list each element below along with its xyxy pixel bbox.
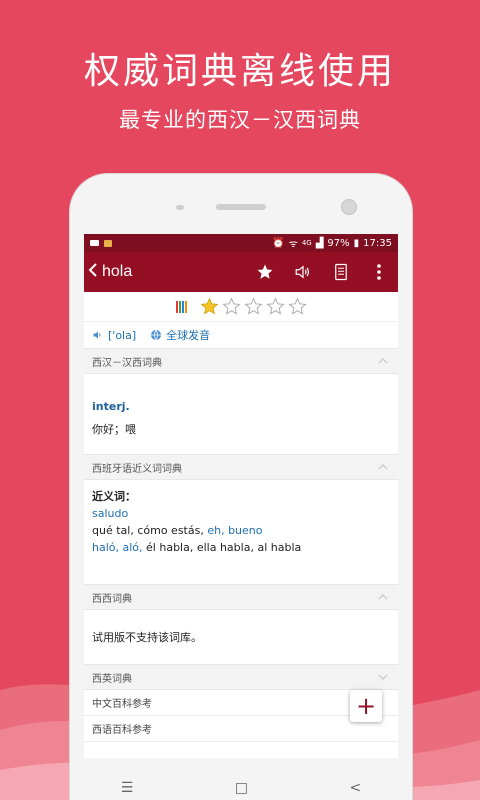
signal-icon: ▟ (315, 237, 324, 249)
more-vert-icon[interactable] (360, 252, 398, 292)
synonym-text: cómo estás, (137, 524, 204, 537)
promo-title: 权威词典离线使用 (83, 51, 396, 92)
section-title: 西汉－汉西词典 (92, 357, 162, 369)
phone-speaker (216, 204, 266, 210)
synonym-text: ella habla, (196, 541, 254, 554)
notification-icon (90, 240, 99, 246)
chevron-left-icon[interactable] (84, 262, 102, 282)
chevron-up-icon (378, 594, 388, 600)
definition-text: 你好；喂 (92, 423, 136, 436)
global-pronunciation-label: 全球发音 (166, 329, 211, 342)
status-bar: ⏰ ᯤ 4G ▟ 97% ▮ 17:35 (84, 234, 398, 252)
synonym-link[interactable]: bueno (228, 524, 262, 537)
home-icon[interactable]: □ (235, 780, 248, 796)
time-label: 17:35 (363, 237, 392, 249)
battery-icon: ▮ (353, 237, 360, 249)
synonym-text: él habla, (146, 541, 194, 554)
section-body-xixi: 试用版不支持该词库。 (84, 610, 398, 664)
section-body-synonyms: 近义词： saludo qué tal, cómo estás, eh, bue… (84, 480, 398, 584)
app-icon (104, 239, 112, 247)
wifi-icon: ᯤ (288, 239, 298, 250)
alarm-icon: ⏰ (272, 237, 285, 249)
phone-camera (341, 199, 357, 215)
section-header-xixi[interactable]: 西西词典 (84, 584, 398, 610)
star-empty-icon (265, 297, 285, 315)
chevron-up-icon (378, 358, 388, 364)
star-empty-icon (243, 297, 263, 315)
phone-frame: ⏰ ᯤ 4G ▟ 97% ▮ 17:35 hola ['ola] 全球发音 西汉… (70, 174, 412, 800)
synonym-link[interactable]: eh, (207, 524, 224, 537)
section-title: 西英词典 (92, 673, 132, 685)
app-bar: hola (84, 252, 398, 292)
section-header-xiying[interactable]: 西英词典 (84, 664, 398, 690)
speaker-icon[interactable] (284, 252, 322, 292)
synonym-text: qué tal, (92, 524, 134, 537)
star-filled-icon (200, 297, 218, 315)
app-screen: ⏰ ᯤ 4G ▟ 97% ▮ 17:35 hola ['ola] 全球发音 西汉… (84, 234, 398, 758)
back-icon[interactable]: < (350, 780, 362, 796)
rating-row (84, 292, 398, 322)
menu-icon[interactable]: ☰ (121, 780, 134, 796)
battery-label: 97% (327, 237, 350, 249)
frequency-icon (175, 300, 187, 313)
headword-title: hola (102, 263, 133, 280)
chevron-down-icon (378, 674, 388, 680)
synonym-link[interactable]: haló, (92, 541, 119, 554)
synonym-link[interactable]: saludo (92, 507, 128, 520)
star-empty-icon (287, 297, 307, 315)
section-header-xihan[interactable]: 西汉－汉西词典 (84, 348, 398, 374)
global-pronunciation-link[interactable]: 全球发音 (150, 327, 210, 343)
section-body-xihan: interj. 你好；喂 (84, 374, 398, 454)
notes-icon[interactable] (322, 252, 360, 292)
phonetic-text[interactable]: ['ola] (108, 329, 136, 342)
synonym-link[interactable]: aló, (123, 541, 143, 554)
section-title: 西西词典 (92, 593, 132, 605)
synonym-text: al habla (257, 541, 302, 554)
add-button[interactable]: + (350, 690, 382, 722)
star-icon[interactable] (246, 252, 284, 292)
part-of-speech: interj. (92, 400, 130, 413)
section-title: 西班牙语近义词词典 (92, 463, 182, 475)
network-label: 4G (301, 239, 312, 247)
speaker-small-icon[interactable] (92, 329, 104, 341)
section-header-synonyms[interactable]: 西班牙语近义词词典 (84, 454, 398, 480)
system-nav-bar: ☰ □ < (70, 768, 412, 800)
section-title: 中文百科参考 (92, 699, 152, 710)
star-empty-icon (221, 297, 241, 315)
trial-notice: 试用版不支持该词库。 (92, 631, 202, 644)
promo-subtitle: 最专业的西汉－汉西词典 (119, 108, 361, 132)
globe-icon (151, 329, 162, 341)
section-title: 西语百科参考 (92, 725, 152, 736)
chevron-up-icon (378, 464, 388, 470)
synonyms-label: 近义词： (92, 490, 136, 503)
phone-sensor (176, 205, 184, 210)
pronunciation-row: ['ola] 全球发音 (84, 322, 398, 348)
